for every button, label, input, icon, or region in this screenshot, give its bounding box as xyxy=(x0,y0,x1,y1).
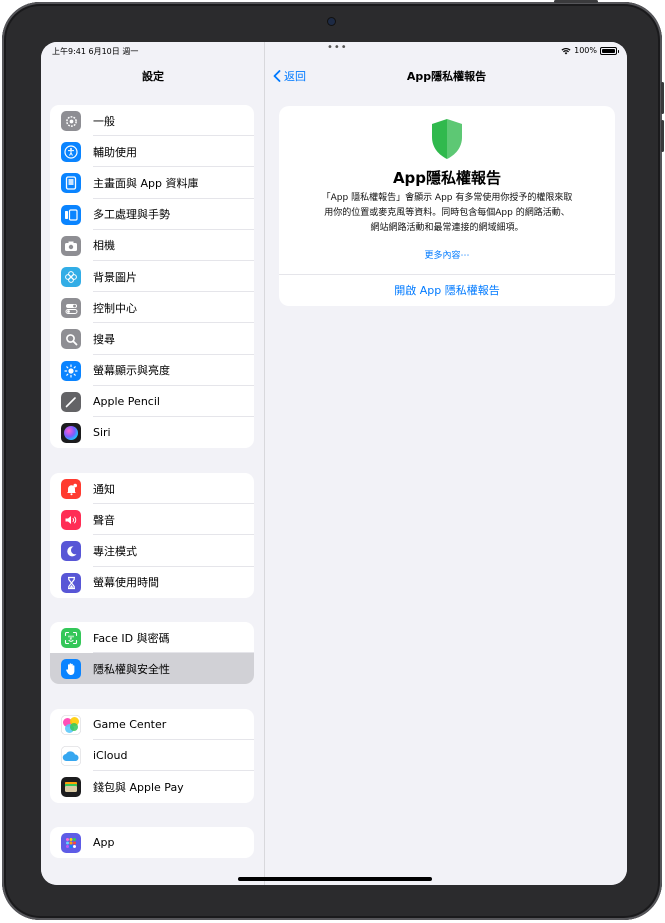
sidebar-item-label: 輔助使用 xyxy=(93,145,137,159)
wallet-icon xyxy=(61,777,81,798)
description-line: 「App 隱私權報告」會顯示 App 有多常使用你授予的權限來取 xyxy=(321,193,573,203)
settings-group: Face ID 與密碼 隱私權與安全性 xyxy=(50,622,254,685)
volume-down-button xyxy=(661,120,664,152)
sidebar-item[interactable]: 螢幕顯示與亮度 xyxy=(50,355,254,386)
siri-icon xyxy=(61,422,81,443)
sidebar-item[interactable]: 通知 xyxy=(50,473,254,505)
sidebar-item[interactable]: 主畫面與 App 資料庫 xyxy=(50,167,254,199)
search-icon xyxy=(61,329,81,350)
camera-icon xyxy=(61,235,81,256)
sidebar-item-label: 主畫面與 App 資料庫 xyxy=(93,176,199,190)
sidebar-item-label: 螢幕顯示與亮度 xyxy=(93,364,170,378)
card-title: App隱私權報告 xyxy=(392,169,502,187)
ipad-frame: 上午9:41 6月10日 週一 ••• 100% 設定 一般輔助使用主畫面與 A… xyxy=(2,0,664,920)
sidebar-item[interactable]: 搜尋 xyxy=(50,323,254,355)
nav-title: App隱私權報告 xyxy=(406,70,487,83)
sidebar-item-label: App xyxy=(93,836,115,850)
settings-sidebar: 設定 一般輔助使用主畫面與 App 資料庫 多工處理與手勢 相機背景圖片控制中心搜尋… xyxy=(41,42,265,885)
sidebar-item[interactable]: 相機 xyxy=(50,230,254,261)
detail-pane: 返回 App隱私權報告 App隱私權報告 「App 隱私權報告」會顯示 App … xyxy=(266,42,627,885)
sidebar-item[interactable]: 專注模式 xyxy=(50,535,254,567)
face-id-icon xyxy=(61,628,81,648)
description-line: 用你的位置或麥克風等資料。同時包含每個App 的網路活動、 xyxy=(324,208,570,218)
sidebar-item-label: 錢包與 Apple Pay xyxy=(93,780,184,794)
status-right: 100% xyxy=(561,46,619,55)
privacy-report-card: App隱私權報告 「App 隱私權報告」會顯示 App 有多常使用你授予的權限來… xyxy=(279,106,615,306)
sidebar-item[interactable]: 多工處理與手勢 xyxy=(50,199,254,230)
screen: 上午9:41 6月10日 週一 ••• 100% 設定 一般輔助使用主畫面與 A… xyxy=(41,42,627,885)
status-bar: 上午9:41 6月10日 週一 ••• 100% xyxy=(41,42,627,64)
sidebar-item-label: 隱私權與安全性 xyxy=(93,662,170,676)
sidebar-item[interactable]: App xyxy=(50,827,254,858)
battery-icon xyxy=(600,46,619,55)
sidebar-item-label: iCloud xyxy=(93,749,128,763)
game-center-icon xyxy=(61,715,81,735)
multitasking-icon xyxy=(61,204,81,225)
sidebar-item[interactable]: Game Center xyxy=(50,709,254,741)
control-center-icon xyxy=(61,298,81,319)
sidebar-item-label: Game Center xyxy=(93,718,167,732)
wallpaper-icon xyxy=(61,266,81,287)
accessibility-icon xyxy=(61,142,81,163)
sidebar-item[interactable]: 錢包與 Apple Pay xyxy=(50,771,254,802)
sidebar-item-label: 背景圖片 xyxy=(93,270,137,284)
pencil-icon xyxy=(61,391,81,412)
sidebar-item[interactable]: 控制中心 xyxy=(50,292,254,324)
sidebar-item-label: 控制中心 xyxy=(93,301,137,315)
sidebar-item-label: Face ID 與密碼 xyxy=(93,631,170,645)
wifi-icon xyxy=(561,47,571,54)
card-divider xyxy=(279,274,615,275)
front-camera xyxy=(328,18,335,25)
sidebar-item[interactable]: Apple Pencil xyxy=(50,386,254,417)
sidebar-item[interactable]: 螢幕使用時間 xyxy=(50,567,254,598)
sidebar-item[interactable]: 背景圖片 xyxy=(50,261,254,293)
sidebar-item-label: 多工處理與手勢 xyxy=(93,208,170,222)
sidebar-item-label: 專注模式 xyxy=(93,544,137,558)
moon-icon xyxy=(61,541,81,562)
sidebar-item-label: Apple Pencil xyxy=(93,394,160,408)
sidebar-item[interactable]: Siri xyxy=(50,417,254,448)
learn-more-link[interactable]: 更多內容⋯ xyxy=(279,248,615,261)
app-grid-icon xyxy=(61,833,81,853)
sidebar-item[interactable]: 隱私權與安全性 xyxy=(50,653,254,685)
sidebar-title: 設定 xyxy=(142,70,164,83)
speaker-icon xyxy=(61,510,81,531)
gear-icon xyxy=(61,111,81,131)
sidebar-item-label: Siri xyxy=(93,425,111,439)
shield-icon xyxy=(432,119,462,159)
multitasking-dots[interactable]: ••• xyxy=(327,42,348,53)
sidebar-item-label: 螢幕使用時間 xyxy=(93,576,159,590)
sidebar-item-label: 聲音 xyxy=(93,513,115,527)
hand-icon xyxy=(61,659,81,680)
hourglass-icon xyxy=(61,572,81,593)
bell-icon xyxy=(61,479,81,499)
brightness-icon xyxy=(61,360,81,381)
volume-up-button xyxy=(661,82,664,114)
top-button xyxy=(554,0,598,3)
sidebar-item-label: 一般 xyxy=(93,114,115,128)
home-screen-icon xyxy=(61,173,81,194)
description-line: 網站網路活動和最常連接的網域細項。 xyxy=(370,223,524,233)
settings-group: 通知聲音專注模式螢幕使用時間 xyxy=(50,473,254,598)
sidebar-item[interactable]: Face ID 與密碼 xyxy=(50,622,254,654)
cloud-icon xyxy=(61,746,81,767)
settings-group: App xyxy=(50,827,254,859)
sidebar-item[interactable]: 輔助使用 xyxy=(50,136,254,168)
card-description: 「App 隱私權報告」會顯示 App 有多常使用你授予的權限來取 用你的位置或麥… xyxy=(303,191,591,236)
sidebar-item[interactable]: 聲音 xyxy=(50,504,254,536)
status-time: 上午9:41 6月10日 週一 xyxy=(52,47,139,56)
battery-percent: 100% xyxy=(574,46,597,55)
sidebar-item[interactable]: iCloud xyxy=(50,740,254,772)
sidebar-item-label: 搜尋 xyxy=(93,332,115,346)
sidebar-item[interactable]: 一般 xyxy=(50,105,254,137)
settings-group: Game Center iCloud 錢包與 Apple Pay xyxy=(50,709,254,803)
sidebar-item-label: 通知 xyxy=(93,482,115,496)
settings-group: 一般輔助使用主畫面與 App 資料庫 多工處理與手勢 相機背景圖片控制中心搜尋螢幕顯… xyxy=(50,105,254,449)
sidebar-item-label: 相機 xyxy=(93,239,115,253)
turn-on-privacy-report-button[interactable]: 開啟 App 隱私權報告 xyxy=(279,278,615,304)
home-indicator[interactable] xyxy=(238,877,432,881)
